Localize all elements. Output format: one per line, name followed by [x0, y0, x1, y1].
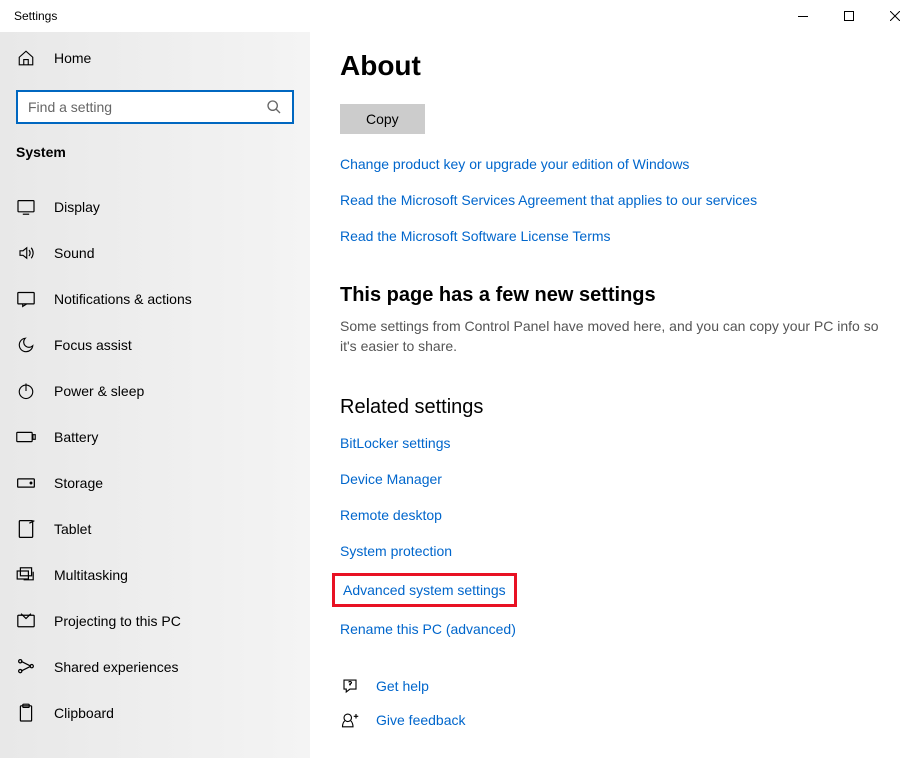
power-icon: [16, 381, 36, 401]
window-title: Settings: [14, 9, 780, 23]
sidebar-item-label: Clipboard: [54, 705, 114, 721]
link-bitlocker[interactable]: BitLocker settings: [340, 435, 888, 451]
sidebar-item-power-sleep[interactable]: Power & sleep: [0, 368, 310, 414]
sidebar-item-label: Sound: [54, 245, 94, 261]
sidebar-item-multitasking[interactable]: Multitasking: [0, 552, 310, 598]
new-settings-title: This page has a few new settings: [340, 284, 888, 307]
link-rename-pc[interactable]: Rename this PC (advanced): [340, 621, 888, 637]
give-feedback-row[interactable]: Give feedback: [340, 711, 888, 729]
sidebar-item-sound[interactable]: Sound: [0, 230, 310, 276]
sidebar-item-label: Multitasking: [54, 567, 128, 583]
link-system-protection[interactable]: System protection: [340, 543, 888, 559]
sidebar-item-label: Shared experiences: [54, 659, 179, 675]
tablet-icon: [16, 519, 36, 539]
sidebar-item-tablet[interactable]: Tablet: [0, 506, 310, 552]
sidebar-item-notifications[interactable]: Notifications & actions: [0, 276, 310, 322]
sidebar-item-label: Battery: [54, 429, 98, 445]
get-help-link[interactable]: Get help: [376, 678, 429, 694]
copy-button[interactable]: Copy: [340, 104, 425, 134]
sidebar-item-focus-assist[interactable]: Focus assist: [0, 322, 310, 368]
sidebar-item-label: Notifications & actions: [54, 291, 192, 307]
new-settings-text: Some settings from Control Panel have mo…: [340, 317, 880, 356]
main-content: About Copy Change product key or upgrade…: [310, 32, 918, 758]
shared-experiences-icon: [16, 657, 36, 677]
sidebar-item-label: Projecting to this PC: [54, 613, 181, 629]
projecting-icon: [16, 611, 36, 631]
home-nav[interactable]: Home: [0, 38, 310, 78]
highlighted-annotation: Advanced system settings: [332, 573, 517, 607]
multitasking-icon: [16, 565, 36, 585]
sidebar-item-display[interactable]: Display: [0, 184, 310, 230]
sidebar-item-shared-experiences[interactable]: Shared experiences: [0, 644, 310, 690]
give-feedback-link[interactable]: Give feedback: [376, 712, 466, 728]
sidebar-item-label: Power & sleep: [54, 383, 144, 399]
home-icon: [16, 48, 36, 68]
link-remote-desktop[interactable]: Remote desktop: [340, 507, 888, 523]
storage-icon: [16, 473, 36, 493]
display-icon: [16, 197, 36, 217]
search-icon: [266, 99, 282, 115]
page-title: About: [340, 50, 888, 82]
get-help-icon: [340, 677, 360, 695]
link-license-terms[interactable]: Read the Microsoft Software License Term…: [340, 228, 888, 244]
sidebar-item-label: Display: [54, 199, 100, 215]
sidebar-item-label: Storage: [54, 475, 103, 491]
close-button[interactable]: [872, 0, 918, 32]
battery-icon: [16, 427, 36, 447]
sidebar-item-clipboard[interactable]: Clipboard: [0, 690, 310, 736]
sidebar-item-battery[interactable]: Battery: [0, 414, 310, 460]
link-change-product-key[interactable]: Change product key or upgrade your editi…: [340, 156, 888, 172]
sidebar-item-label: Tablet: [54, 521, 91, 537]
maximize-button[interactable]: [826, 0, 872, 32]
clipboard-icon: [16, 703, 36, 723]
sound-icon: [16, 243, 36, 263]
feedback-icon: [340, 711, 360, 729]
sidebar-item-label: Focus assist: [54, 337, 132, 353]
minimize-button[interactable]: [780, 0, 826, 32]
search-input[interactable]: [28, 99, 266, 115]
search-box[interactable]: [16, 90, 294, 124]
link-advanced-system-settings[interactable]: Advanced system settings: [343, 582, 506, 598]
sidebar-item-storage[interactable]: Storage: [0, 460, 310, 506]
home-label: Home: [54, 50, 91, 66]
get-help-row[interactable]: Get help: [340, 677, 888, 695]
focus-assist-icon: [16, 335, 36, 355]
titlebar: Settings: [0, 0, 918, 32]
link-device-manager[interactable]: Device Manager: [340, 471, 888, 487]
category-label: System: [0, 144, 310, 160]
sidebar: Home System Display Sound Notifica: [0, 32, 310, 758]
link-services-agreement[interactable]: Read the Microsoft Services Agreement th…: [340, 192, 888, 208]
notifications-icon: [16, 289, 36, 309]
sidebar-item-projecting[interactable]: Projecting to this PC: [0, 598, 310, 644]
window-controls: [780, 0, 918, 32]
related-settings-title: Related settings: [340, 396, 888, 419]
